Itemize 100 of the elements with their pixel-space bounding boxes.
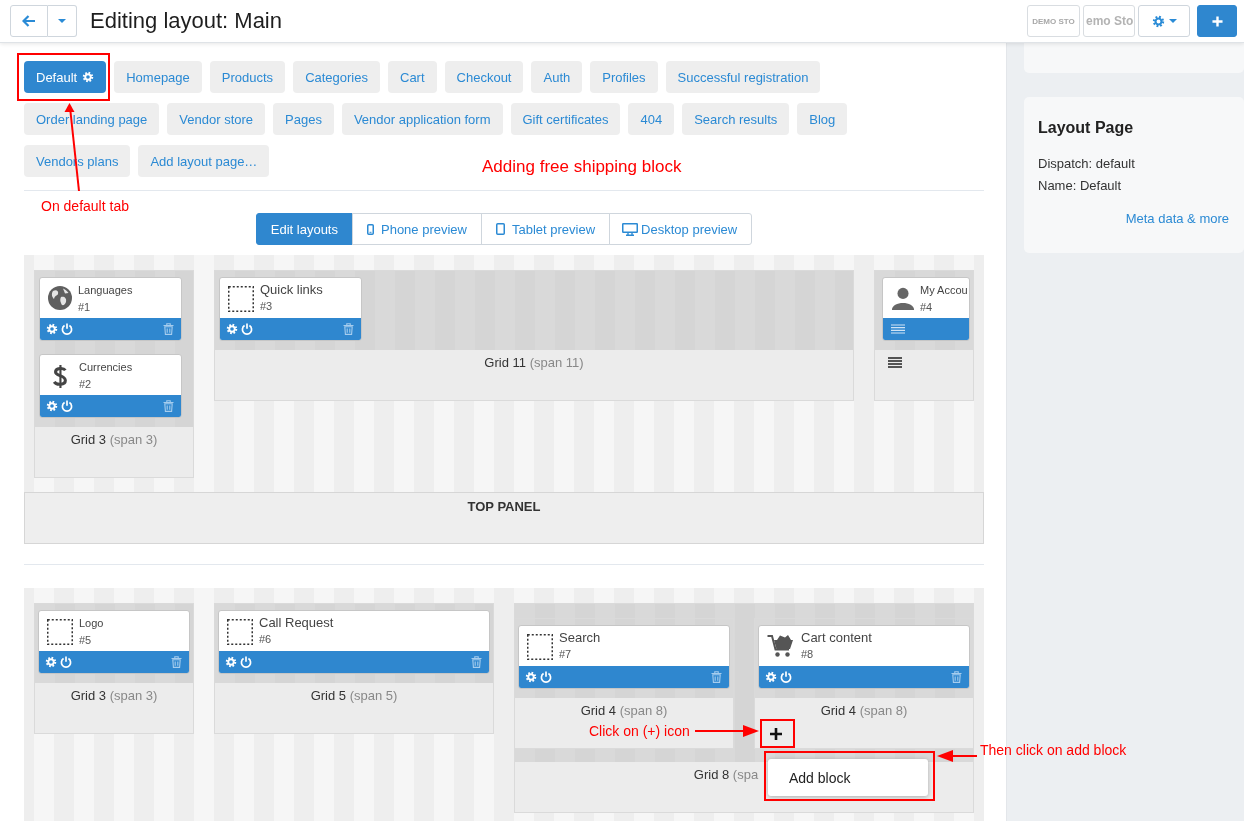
- trash-icon[interactable]: [711, 671, 722, 683]
- trash-icon[interactable]: [951, 671, 962, 683]
- layout-tab[interactable]: Cart: [388, 61, 437, 93]
- layout-tab[interactable]: Pages: [273, 103, 334, 135]
- power-icon[interactable]: [241, 323, 253, 335]
- block-id: #3: [260, 299, 274, 313]
- block-card[interactable]: Languages #1: [39, 277, 182, 341]
- grid-name: Grid 11: [484, 355, 527, 370]
- grid-name: Grid 8: [693, 767, 730, 782]
- power-icon[interactable]: [540, 671, 552, 683]
- trash-icon[interactable]: [163, 323, 174, 335]
- block-name: Search: [559, 630, 601, 646]
- annotation-text: Then click on add block: [980, 742, 1127, 758]
- callout-arrow: [695, 725, 759, 737]
- layout-tab[interactable]: Checkout: [444, 61, 524, 93]
- block-card[interactable]: Quick links #3: [219, 277, 362, 341]
- block-card[interactable]: Cart content #8: [758, 625, 970, 689]
- placeholder-icon: [47, 619, 73, 645]
- settings-icon[interactable]: [226, 323, 238, 335]
- power-icon[interactable]: [61, 400, 73, 412]
- block-name: Cart content: [801, 630, 872, 646]
- block-card[interactable]: My Accou #4: [882, 277, 970, 341]
- block-card[interactable]: Logo #5: [38, 610, 190, 674]
- power-icon[interactable]: [240, 656, 252, 668]
- trash-icon[interactable]: [343, 323, 354, 335]
- callout-arrow: [937, 750, 977, 762]
- layout-tab[interactable]: Blog: [797, 103, 848, 135]
- block-id: #5: [79, 633, 93, 647]
- storefront-logo-button[interactable]: DEMO STO: [1027, 5, 1080, 37]
- settings-icon[interactable]: [525, 671, 537, 683]
- grid-name: Grid 4: [820, 703, 857, 718]
- grid-span: (span 8): [859, 703, 908, 718]
- layout-tab[interactable]: Default: [24, 61, 107, 93]
- block-name: Call Request: [259, 615, 334, 631]
- layout-tab[interactable]: Order landing page: [24, 103, 160, 135]
- list-icon[interactable]: [888, 357, 902, 368]
- cart-icon: [767, 634, 795, 658]
- settings-icon[interactable]: [82, 71, 95, 83]
- grid-span: (spa: [732, 767, 759, 782]
- block-id: #7: [559, 647, 573, 661]
- settings-icon[interactable]: [765, 671, 777, 683]
- trash-icon[interactable]: [163, 400, 174, 412]
- layout-tab[interactable]: Products: [209, 61, 286, 93]
- caret-icon: [1168, 19, 1177, 23]
- grid-span: (span 8): [619, 703, 668, 718]
- block-name: Quick links: [260, 282, 323, 298]
- block-id: #2: [79, 377, 93, 391]
- layout-tab[interactable]: Successful registration: [665, 61, 821, 93]
- tablet-icon: [496, 223, 505, 235]
- block-card[interactable]: Search #7: [518, 625, 730, 689]
- power-icon[interactable]: [61, 323, 73, 335]
- trash-icon[interactable]: [171, 656, 182, 668]
- block-id: #8: [801, 647, 815, 661]
- view-mode-button[interactable]: Phone preview: [352, 213, 482, 245]
- placeholder-icon: [527, 634, 553, 660]
- trash-icon[interactable]: [471, 656, 482, 668]
- layout-tab[interactable]: Vendor store: [167, 103, 266, 135]
- info-text: Name: Default: [1038, 177, 1123, 195]
- block-card[interactable]: Currencies #2: [39, 354, 182, 418]
- layout-tab[interactable]: Search results: [682, 103, 790, 135]
- grid-span: (span 11): [529, 355, 584, 370]
- block-id: #1: [78, 300, 92, 314]
- settings-icon[interactable]: [46, 400, 58, 412]
- plus-icon[interactable]: [770, 728, 782, 740]
- grid-name: Grid 5: [310, 688, 347, 703]
- settings-dropdown-button[interactable]: [1138, 5, 1190, 37]
- phone-icon: [367, 223, 374, 235]
- settings-icon[interactable]: [45, 656, 57, 668]
- grid-span: (span 5): [349, 688, 398, 703]
- settings-icon[interactable]: [225, 656, 237, 668]
- settings-icon[interactable]: [46, 323, 58, 335]
- monitor-icon: [622, 222, 639, 236]
- highlight-frame: [760, 719, 795, 748]
- layout-tab[interactable]: Homepage: [114, 61, 202, 93]
- layout-tab[interactable]: Categories: [293, 61, 380, 93]
- block-name: Logo: [79, 616, 104, 630]
- block-name: Languages: [78, 283, 133, 297]
- view-mode-button[interactable]: Tablet preview: [481, 213, 611, 245]
- grid-name: Grid 3: [70, 688, 107, 703]
- power-icon[interactable]: [60, 656, 72, 668]
- storefront-logo-button[interactable]: emo Sto: [1083, 5, 1135, 37]
- grid-name: Grid 3: [70, 432, 107, 447]
- layout-tab[interactable]: Add layout page…: [138, 145, 270, 177]
- power-icon[interactable]: [780, 671, 792, 683]
- block-name: Currencies: [79, 360, 133, 374]
- meta-data-link[interactable]: Meta data & more: [1125, 210, 1229, 228]
- plus-icon: [1211, 15, 1223, 27]
- layout-tab[interactable]: Profiles: [590, 61, 658, 93]
- view-mode-button[interactable]: Edit layouts: [255, 213, 353, 245]
- add-button[interactable]: [1197, 5, 1237, 37]
- menu-item[interactable]: Add block: [768, 769, 851, 786]
- dollar-icon: [51, 364, 69, 389]
- layout-tab[interactable]: Auth: [531, 61, 583, 93]
- person-icon: [891, 286, 915, 310]
- block-card[interactable]: Call Request #6: [218, 610, 490, 674]
- layout-tab[interactable]: Vendor application form: [341, 103, 503, 135]
- back-button[interactable]: [10, 5, 48, 37]
- layout-tab[interactable]: 404: [628, 103, 675, 135]
- layout-tab[interactable]: Gift certificates: [510, 103, 621, 135]
- view-mode-button[interactable]: Desktop preview: [609, 213, 753, 245]
